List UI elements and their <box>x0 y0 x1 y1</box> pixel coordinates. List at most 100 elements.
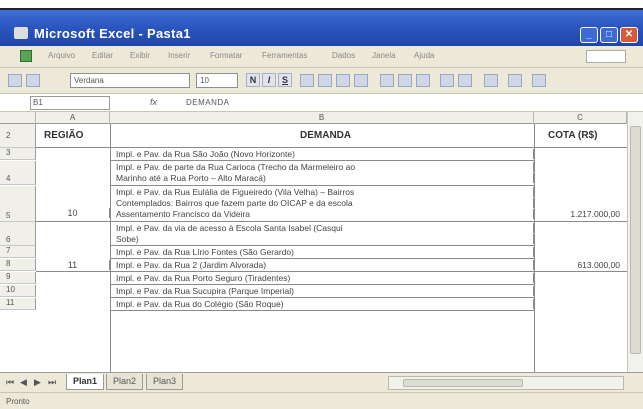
menu-arquivo[interactable]: Arquivo <box>48 51 75 60</box>
prev-sheet-icon[interactable]: ◀ <box>20 377 27 388</box>
header-demanda[interactable]: DEMANDA <box>300 130 351 141</box>
row-border <box>110 284 534 285</box>
demanda-cell[interactable]: Impl. e Pav. da Rua Sucupira (Parque Imp… <box>110 286 534 296</box>
maximize-button[interactable]: □ <box>600 27 618 43</box>
row-header[interactable]: 11 <box>0 298 36 310</box>
font-select[interactable]: Verdana <box>70 73 190 88</box>
fill-color-icon[interactable] <box>508 74 522 87</box>
header-cota[interactable]: COTA (R$) <box>548 130 597 141</box>
increase-indent-icon[interactable] <box>458 74 472 87</box>
row-border <box>110 160 534 161</box>
header-regiao[interactable]: REGIÃO <box>44 130 83 141</box>
merge-center-icon[interactable] <box>354 74 368 87</box>
horizontal-scrollbar[interactable] <box>388 376 624 390</box>
column-header-c[interactable]: C <box>534 112 627 124</box>
menu-ferramentas[interactable]: Ferramentas <box>262 51 307 60</box>
align-left-icon[interactable] <box>300 74 314 87</box>
new-icon[interactable] <box>8 74 22 87</box>
first-sheet-icon[interactable]: ⏮ <box>6 377 14 388</box>
status-text: Pronto <box>6 397 30 406</box>
tab-plan2[interactable]: Plan2 <box>106 374 144 390</box>
currency-icon[interactable] <box>380 74 394 87</box>
menu-dados[interactable]: Dados <box>332 51 355 60</box>
title-bar: Microsoft Excel - Pasta1 _ □ ✕ <box>0 10 643 46</box>
row-header[interactable]: 5 <box>0 186 36 222</box>
close-button[interactable]: ✕ <box>620 27 638 43</box>
row-header[interactable]: 8 <box>0 259 36 271</box>
column-headers: A B C <box>0 112 643 124</box>
tab-plan1[interactable]: Plan1 <box>66 374 105 390</box>
row-header[interactable]: 2 <box>0 124 36 148</box>
decrease-indent-icon[interactable] <box>440 74 454 87</box>
demanda-cell[interactable]: Marinho até a Rua Porto – Alto Maracá) <box>110 173 534 183</box>
column-header-b[interactable]: B <box>110 112 534 124</box>
demanda-cell[interactable]: Impl. e Pav. de parte da Rua Carioca (Tr… <box>110 162 534 172</box>
formatting-toolbar: Verdana 10 N I S <box>0 68 643 94</box>
row-header[interactable]: 6 <box>0 222 36 246</box>
next-sheet-icon[interactable]: ▶ <box>34 377 41 388</box>
fx-icon[interactable]: fx <box>150 97 157 107</box>
row-border <box>110 297 534 298</box>
percent-icon[interactable] <box>398 74 412 87</box>
cota-cell[interactable]: 613.000,00 <box>534 260 626 270</box>
regiao-cell[interactable]: 10 <box>36 208 110 218</box>
demanda-cell[interactable]: Assentamento Francisco da Videira <box>110 209 534 219</box>
excel-app-icon <box>14 27 28 39</box>
menu-janela[interactable]: Janela <box>372 51 396 60</box>
regiao-cell[interactable]: 11 <box>36 260 110 270</box>
divider-b-c <box>534 124 535 372</box>
demanda-cell[interactable]: Impl. e Pav. da Rua do Colégio (São Roqu… <box>110 299 534 309</box>
formula-bar: B1 fx DEMANDA <box>0 94 643 112</box>
underline-button[interactable]: S <box>278 73 292 87</box>
top-strip <box>0 0 643 10</box>
sheet-tab-bar: ⏮ ◀ ▶ ⏭ Plan1 Plan2 Plan3 <box>0 372 643 392</box>
demanda-cell[interactable]: Impl. e Pav. da Rua São João (Novo Horiz… <box>110 149 534 159</box>
row-border <box>110 258 534 259</box>
row-border <box>110 185 534 186</box>
menu-ajuda[interactable]: Ajuda <box>414 51 434 60</box>
help-search-box[interactable] <box>586 50 626 63</box>
thousands-icon[interactable] <box>416 74 430 87</box>
open-icon[interactable] <box>26 74 40 87</box>
demanda-cell[interactable]: Impl. e Pav. da Rua Porto Seguro (Tirade… <box>110 273 534 283</box>
menu-exibir[interactable]: Exibir <box>130 51 150 60</box>
demanda-cell[interactable]: Impl. e Pav. da Rua Lírio Fontes (São Ge… <box>110 247 534 257</box>
demanda-cell[interactable]: Sobe) <box>110 234 534 244</box>
cota-cell[interactable]: 1.217.000,00 <box>534 209 626 219</box>
last-sheet-icon[interactable]: ⏭ <box>48 377 56 388</box>
vertical-scroll-thumb[interactable] <box>630 126 641 354</box>
select-all-corner[interactable] <box>0 112 36 124</box>
minimize-button[interactable]: _ <box>580 27 598 43</box>
worksheet-grid[interactable]: 2 REGIÃO DEMANDA COTA (R$) 3 Impl. e Pav… <box>0 124 643 372</box>
status-bar: Pronto <box>0 392 643 409</box>
demanda-cell[interactable]: Contemplados: Bairros que fazem parte do… <box>110 198 534 208</box>
horizontal-scroll-thumb[interactable] <box>403 379 523 387</box>
vertical-scrollbar[interactable] <box>627 112 643 374</box>
font-color-icon[interactable] <box>532 74 546 87</box>
row-border <box>110 310 534 311</box>
font-size-select[interactable]: 10 <box>196 73 238 88</box>
formula-input[interactable]: DEMANDA <box>186 98 230 107</box>
menu-bar: Arquivo Editar Exibir Inserir Formatar F… <box>0 46 643 68</box>
align-right-icon[interactable] <box>336 74 350 87</box>
row-header[interactable]: 9 <box>0 272 36 284</box>
demanda-cell[interactable]: Impl. e Pav. da via de acesso à Escola S… <box>110 223 534 233</box>
align-center-icon[interactable] <box>318 74 332 87</box>
header-border <box>36 147 627 148</box>
bold-button[interactable]: N <box>246 73 260 87</box>
column-header-a[interactable]: A <box>36 112 110 124</box>
region-border <box>36 271 627 272</box>
tab-plan3[interactable]: Plan3 <box>146 374 184 390</box>
demanda-cell[interactable]: Impl. e Pav. da Rua 2 (Jardim Alvorada) <box>110 260 534 270</box>
menu-formatar[interactable]: Formatar <box>210 51 242 60</box>
menu-editar[interactable]: Editar <box>92 51 113 60</box>
demanda-cell[interactable]: Impl. e Pav. da Rua Eulália de Figueired… <box>110 187 534 197</box>
row-header[interactable]: 4 <box>0 161 36 185</box>
italic-button[interactable]: I <box>262 73 276 87</box>
borders-icon[interactable] <box>484 74 498 87</box>
menu-inserir[interactable]: Inserir <box>168 51 190 60</box>
row-header[interactable]: 3 <box>0 148 36 160</box>
name-box[interactable]: B1 <box>30 96 110 110</box>
row-header[interactable]: 10 <box>0 285 36 297</box>
row-header[interactable]: 7 <box>0 246 36 258</box>
